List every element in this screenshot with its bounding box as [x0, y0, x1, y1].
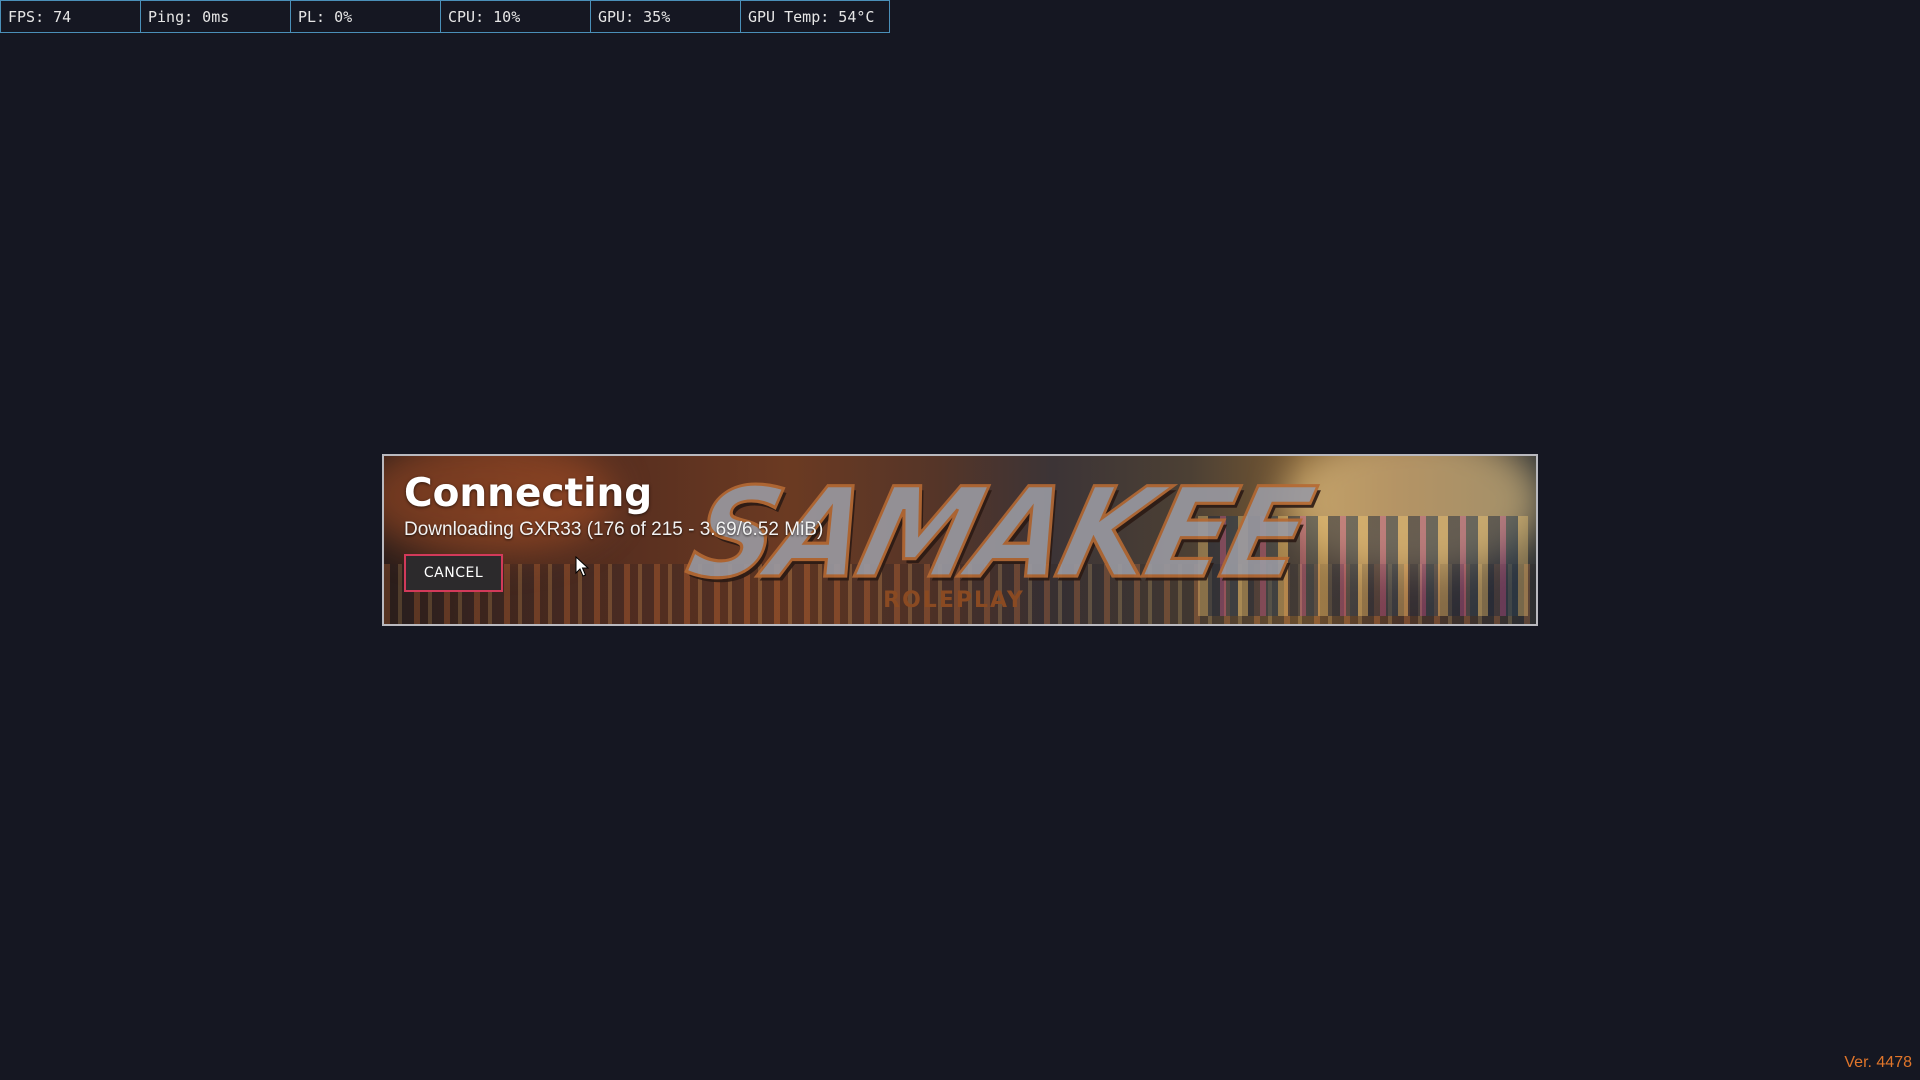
version-label: Ver. 4478 [1844, 1054, 1912, 1071]
download-status: Downloading GXR33 (176 of 215 - 3.69/6.5… [404, 519, 824, 540]
gpu-temp-readout: GPU Temp: 54°C [748, 8, 875, 26]
fps-readout: FPS: 74 [1, 1, 141, 32]
connecting-dialog: SAMAKEE ROLEPLAY Connecting Downloading … [382, 454, 1538, 626]
mouse-pointer-icon [575, 556, 590, 577]
packet-loss-readout: PL: 0% [291, 1, 441, 32]
connecting-title: Connecting [404, 471, 653, 516]
gpu-readout: GPU: 35% [591, 1, 741, 32]
cpu-readout: CPU: 10% [441, 1, 591, 32]
connecting-content: Connecting Downloading GXR33 (176 of 215… [404, 472, 823, 592]
ping-readout: Ping: 0ms [141, 1, 291, 32]
cancel-button[interactable]: CANCEL [404, 554, 503, 592]
performance-overlay: FPS: 74 Ping: 0ms PL: 0% CPU: 10% GPU: 3… [0, 0, 890, 33]
